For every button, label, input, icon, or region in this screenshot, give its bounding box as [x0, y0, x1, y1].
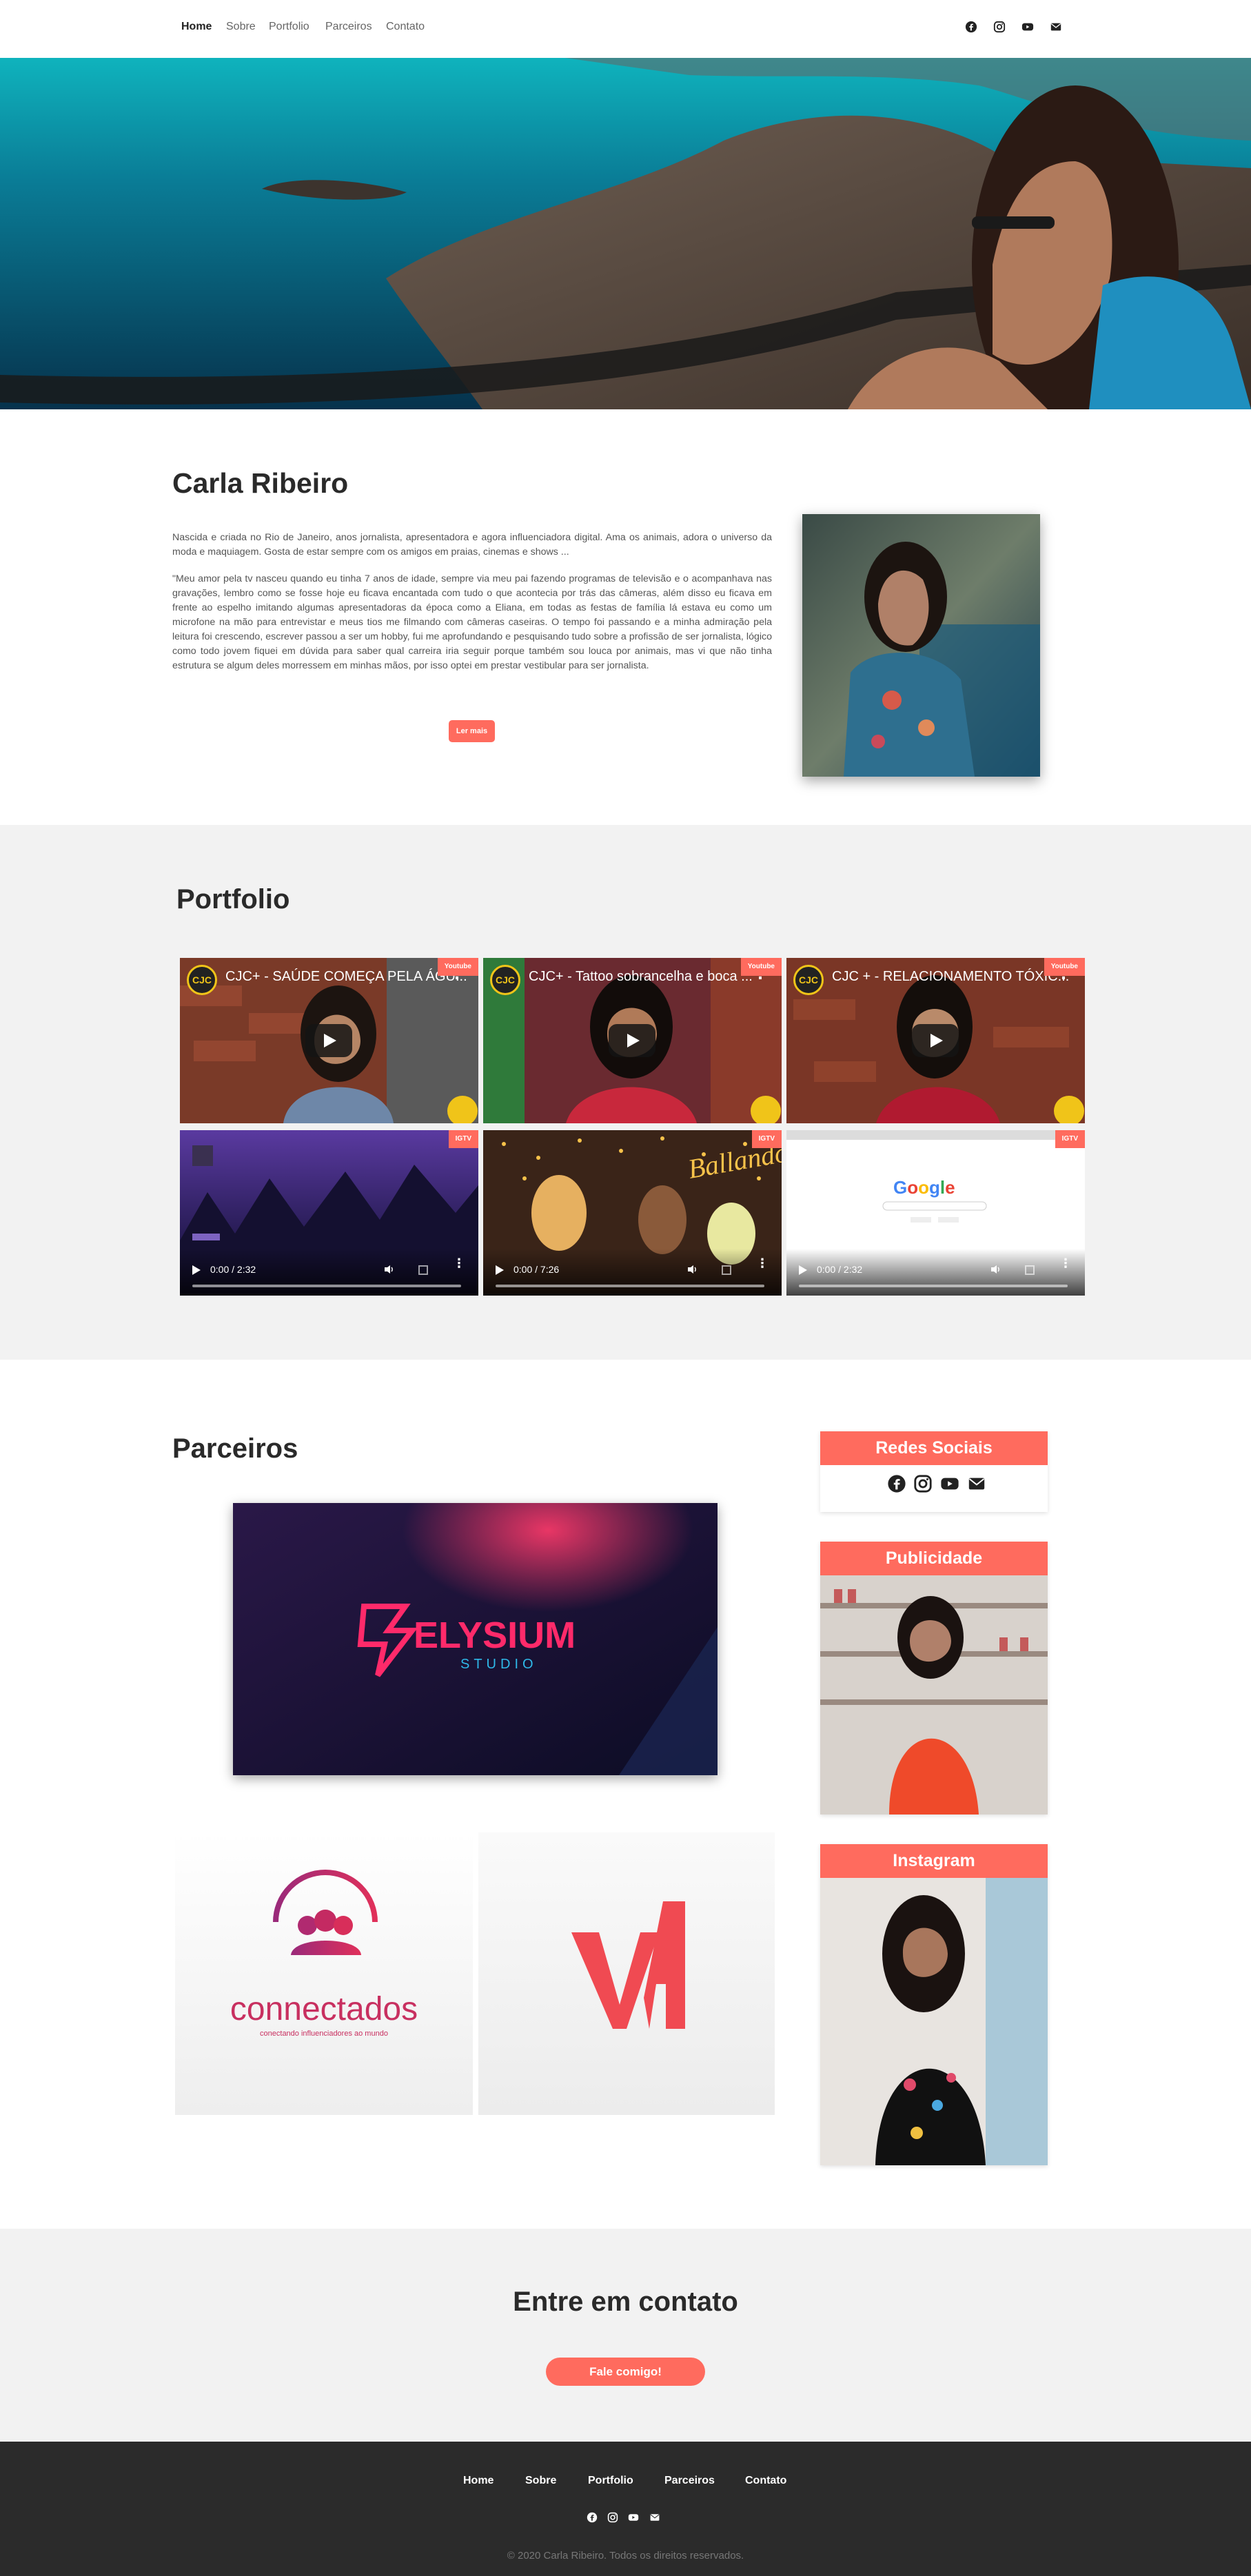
youtube-badge: Youtube [1044, 958, 1085, 976]
svg-text:Google: Google [893, 1177, 955, 1198]
navbar: Home Sobre Portfolio Parceiros Contato [0, 0, 1251, 58]
elysium-name: ELYSIUM [414, 1615, 576, 1656]
instagram-icon[interactable] [993, 21, 1006, 33]
copyright: © 2020 Carla Ribeiro. Todos os direitos … [507, 2550, 744, 2562]
progress-bar[interactable] [496, 1285, 764, 1287]
volume-icon[interactable] [990, 1264, 1001, 1275]
igtv-video-2[interactable]: Ballando IGTV 0:00 / 7:26 ⋮ [483, 1130, 782, 1296]
footer-link-contato[interactable]: Contato [745, 2475, 786, 2487]
volume-icon[interactable] [687, 1264, 698, 1275]
youtube-badge: Youtube [437, 958, 478, 976]
play-icon[interactable] [192, 1265, 201, 1275]
connectados-tagline: conectando influenciadores ao mundo [260, 2030, 388, 2038]
nav-parceiros[interactable]: Parceiros [325, 21, 372, 33]
instagram-icon[interactable] [913, 1474, 933, 1493]
partner-elysium[interactable]: ELYSIUM STUDIO [233, 1503, 718, 1775]
publicidade-image[interactable] [820, 1575, 1048, 1815]
video-controls: 0:00 / 2:32 ⋮ [786, 1249, 1085, 1296]
facebook-icon[interactable] [587, 2512, 598, 2523]
play-icon[interactable] [799, 1265, 807, 1275]
nav-portfolio[interactable]: Portfolio [269, 21, 309, 33]
video-time: 0:00 / 7:26 [513, 1264, 560, 1275]
instagram-icon[interactable] [607, 2512, 618, 2523]
footer-link-sobre[interactable]: Sobre [525, 2475, 556, 2487]
video-time: 0:00 / 2:32 [210, 1264, 256, 1275]
about-title: Carla Ribeiro [172, 467, 349, 499]
footer-link-portfolio[interactable]: Portfolio [588, 2475, 633, 2487]
video-time: 0:00 / 2:32 [817, 1264, 863, 1275]
progress-bar[interactable] [799, 1285, 1068, 1287]
widget-title: Instagram [820, 1844, 1048, 1878]
igtv-video-3[interactable]: Google IGTV 0:00 / 2:32 ⋮ [786, 1130, 1085, 1296]
contact-button[interactable]: Fale comigo! [546, 2358, 705, 2386]
widget-title: Redes Sociais [820, 1431, 1048, 1465]
connectados-name: connectados [230, 1991, 418, 2027]
widget-publicidade: Publicidade [820, 1542, 1048, 1815]
youtube-video-3[interactable]: CJC CJC + - RELACIONAMENTO TÓXIC... ⋮ Yo… [786, 958, 1085, 1123]
elysium-logo: ELYSIUM STUDIO [233, 1503, 718, 1775]
play-button[interactable] [609, 1024, 655, 1057]
igtv-badge: IGTV [448, 1130, 478, 1148]
read-more-button[interactable]: Ler mais [449, 720, 495, 742]
widget-title: Publicidade [820, 1542, 1048, 1575]
igtv-video-1[interactable]: IGTV 0:00 / 2:32 ⋮ [180, 1130, 478, 1296]
nav-home[interactable]: Home [181, 21, 212, 33]
parceiros-title: Parceiros [172, 1433, 298, 1464]
progress-bar[interactable] [192, 1285, 461, 1287]
play-icon[interactable] [496, 1265, 504, 1275]
nav-sobre[interactable]: Sobre [226, 21, 256, 33]
youtube-video-title[interactable]: CJC + - RELACIONAMENTO TÓXIC... [832, 969, 1069, 985]
fullscreen-icon[interactable] [418, 1265, 428, 1275]
envelope-icon[interactable] [649, 2512, 660, 2523]
play-button[interactable] [912, 1024, 959, 1057]
youtube-video-2[interactable]: CJC CJC+ - Tattoo sobrancelha e boca ...… [483, 958, 782, 1123]
play-button[interactable] [305, 1024, 352, 1057]
facebook-icon[interactable] [965, 21, 977, 33]
more-options-icon[interactable]: ⋮ [1059, 1257, 1072, 1269]
video-controls: 0:00 / 2:32 ⋮ [180, 1249, 478, 1296]
connectados-logo: connectados conectando influenciadores a… [230, 1870, 418, 2038]
channel-logo: CJC [187, 965, 217, 995]
youtube-video-1[interactable]: CJC CJC+ - SAÚDE COMEÇA PELA ÁGU... ⋮ Yo… [180, 958, 478, 1123]
hero-image [0, 58, 1251, 409]
partner-va[interactable] [478, 1832, 775, 2115]
youtube-icon[interactable] [939, 1474, 960, 1493]
youtube-icon[interactable] [627, 2512, 640, 2523]
fullscreen-icon[interactable] [1025, 1265, 1035, 1275]
footer-link-parceiros[interactable]: Parceiros [664, 2475, 715, 2487]
envelope-icon[interactable] [1050, 21, 1062, 33]
hero-banner [0, 58, 1251, 409]
widget-redes-sociais: Redes Sociais [820, 1431, 1048, 1512]
igtv-badge: IGTV [751, 1130, 782, 1148]
about-intro: Nascida e criada no Rio de Janeiro, anos… [172, 532, 772, 558]
about-photo [802, 514, 1040, 777]
fullscreen-icon[interactable] [722, 1265, 731, 1275]
video-controls: 0:00 / 7:26 ⋮ [483, 1249, 782, 1296]
contact-title: Entre em contato [513, 2287, 738, 2317]
envelope-icon[interactable] [967, 1474, 986, 1493]
about-story: "Meu amor pela tv nasceu quando eu tinha… [172, 573, 772, 671]
facebook-icon[interactable] [887, 1474, 906, 1493]
footer-link-home[interactable]: Home [463, 2475, 494, 2487]
portfolio-title: Portfolio [176, 884, 290, 914]
contact-section [0, 2229, 1251, 2442]
partner-connectados[interactable]: connectados conectando influenciadores a… [175, 1832, 473, 2115]
volume-icon[interactable] [384, 1264, 395, 1275]
channel-logo: CJC [793, 965, 824, 995]
channel-logo: CJC [490, 965, 520, 995]
youtube-video-title[interactable]: CJC+ - Tattoo sobrancelha e boca ... [529, 969, 753, 985]
nav-contato[interactable]: Contato [386, 21, 425, 33]
va-logo [571, 1901, 685, 2029]
widget-instagram: Instagram [820, 1844, 1048, 2165]
instagram-image[interactable] [820, 1878, 1048, 2165]
more-options-icon[interactable]: ⋮ [756, 1257, 769, 1269]
igtv-badge: IGTV [1055, 1130, 1085, 1148]
youtube-icon[interactable] [1021, 21, 1034, 33]
youtube-badge: Youtube [740, 958, 782, 976]
more-options-icon[interactable]: ⋮ [453, 1257, 465, 1269]
youtube-video-title[interactable]: CJC+ - SAÚDE COMEÇA PELA ÁGU... [225, 969, 467, 985]
elysium-sub: STUDIO [460, 1657, 538, 1672]
